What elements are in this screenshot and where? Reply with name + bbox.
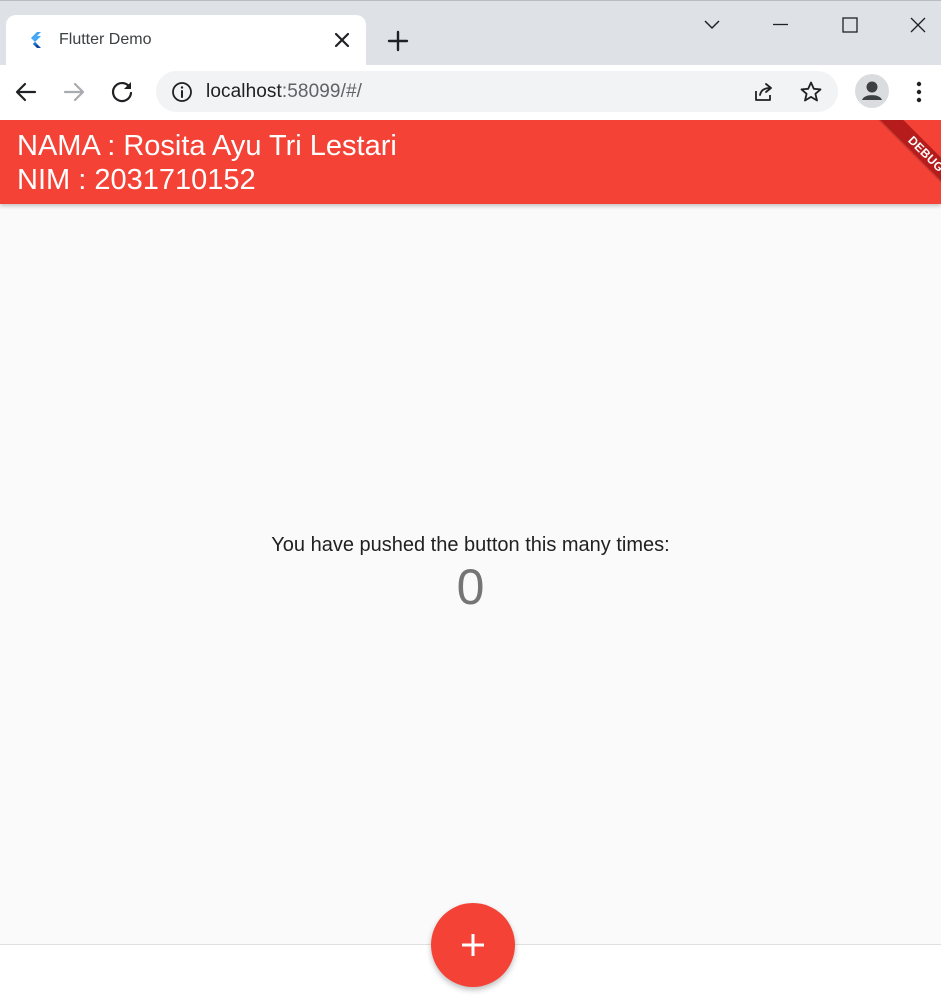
minimize-icon[interactable]: [764, 9, 796, 41]
app-bar: NAMA : Rosita Ayu Tri Lestari NIM : 2031…: [0, 120, 941, 204]
address-bar[interactable]: localhost:58099/#/: [156, 71, 838, 112]
reload-icon[interactable]: [106, 76, 138, 108]
arrow-left-icon[interactable]: [10, 76, 42, 108]
maximize-icon[interactable]: [834, 9, 866, 41]
increment-fab-button[interactable]: [431, 903, 515, 987]
tab-title: Flutter Demo: [59, 31, 152, 48]
share-icon[interactable]: [752, 80, 776, 104]
kebab-menu-icon[interactable]: [903, 76, 935, 108]
info-icon[interactable]: [170, 80, 194, 104]
close-tab-icon[interactable]: [332, 30, 352, 50]
close-icon[interactable]: [902, 9, 934, 41]
appbar-title-name: NAMA : Rosita Ayu Tri Lestari: [17, 130, 397, 162]
plus-icon[interactable]: [384, 27, 412, 55]
browser-tab[interactable]: Flutter Demo: [6, 15, 366, 66]
person-icon[interactable]: [855, 74, 889, 108]
url-host: localhost: [206, 81, 282, 102]
browser-tabstrip: Flutter Demo: [0, 0, 941, 66]
star-icon[interactable]: [799, 80, 823, 104]
counter-label: You have pushed the button this many tim…: [271, 534, 670, 556]
plus-icon: [462, 934, 484, 956]
chevron-down-icon[interactable]: [696, 9, 728, 41]
url-text: localhost:58099/#/: [206, 81, 362, 103]
app-viewport: NAMA : Rosita Ayu Tri Lestari NIM : 2031…: [0, 120, 941, 1000]
url-path: :58099/#/: [281, 81, 363, 102]
arrow-right-icon[interactable]: [58, 76, 90, 108]
counter-value: 0: [456, 559, 485, 615]
flutter-logo-icon: [26, 30, 46, 50]
browser-toolbar: localhost:58099/#/: [0, 65, 941, 120]
appbar-title-nim: NIM : 2031710152: [17, 164, 256, 196]
